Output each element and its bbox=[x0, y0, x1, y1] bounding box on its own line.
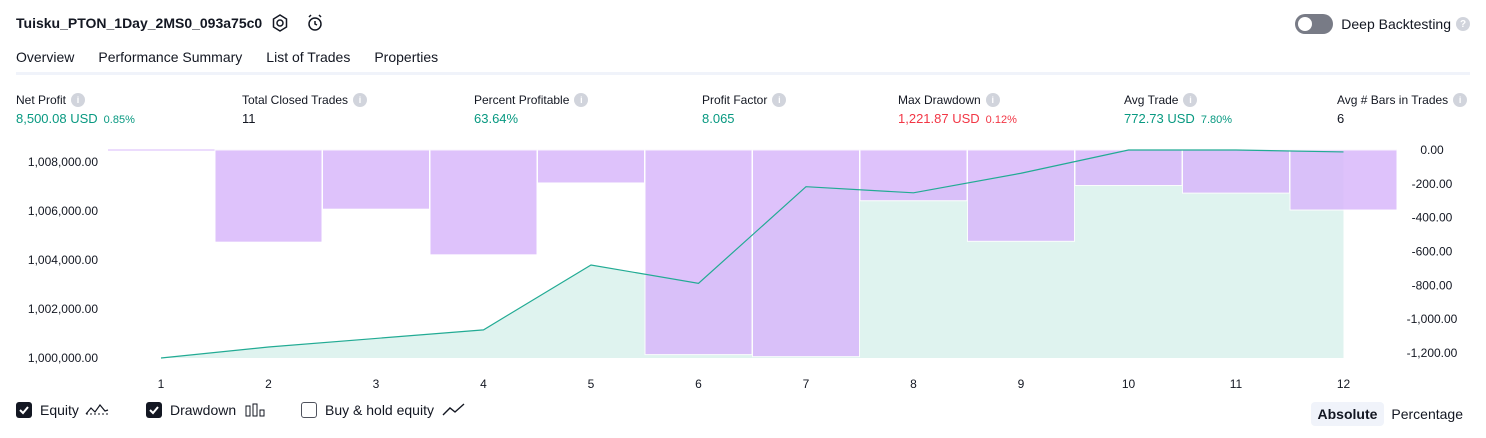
left-axis-tick: 1,002,000.00 bbox=[28, 302, 98, 316]
drawdown-bar bbox=[429, 149, 538, 256]
left-axis-tick: 1,008,000.00 bbox=[28, 155, 98, 169]
left-axis-tick: 1,000,000.00 bbox=[28, 351, 98, 365]
right-axis-tick: -1,200.00 bbox=[1407, 346, 1458, 360]
strategy-header: Tuisku_PTON_1Day_2MS0_093a75c0 Deep Back… bbox=[0, 0, 1486, 46]
display-mode-switch: Absolute Percentage bbox=[1310, 402, 1471, 426]
equity-checkbox[interactable] bbox=[16, 402, 32, 418]
drawdown-bar bbox=[644, 149, 753, 356]
metric-label: Profit Factor bbox=[702, 93, 768, 107]
x-axis-tick: 5 bbox=[588, 377, 595, 391]
right-axis-tick: -400.00 bbox=[1412, 211, 1453, 225]
info-icon[interactable]: i bbox=[353, 93, 368, 107]
metric-profit-factor: Profit Factor i 8.065 bbox=[702, 93, 787, 126]
metric-percent: 7.80% bbox=[1200, 114, 1233, 126]
tab-overview[interactable]: Overview bbox=[16, 47, 75, 75]
tab-list-of-trades[interactable]: List of Trades bbox=[266, 47, 350, 73]
metric-percent: 0.12% bbox=[985, 114, 1017, 126]
x-axis-tick: 4 bbox=[480, 377, 487, 391]
x-axis-tick: 7 bbox=[803, 377, 810, 391]
absolute-button[interactable]: Absolute bbox=[1310, 402, 1385, 426]
deep-backtesting-toggle[interactable] bbox=[1295, 14, 1334, 34]
chart-legend: Equity Drawdown Buy & hold equity Absolu… bbox=[16, 402, 1470, 426]
trend-line-icon bbox=[442, 403, 465, 416]
metric-percent: 0.85% bbox=[103, 114, 135, 126]
x-axis-tick: 1 bbox=[158, 377, 165, 391]
drawdown-label: Drawdown bbox=[170, 402, 237, 418]
drawdown-toggle[interactable]: Drawdown bbox=[146, 402, 268, 418]
metric-value: 8.065 bbox=[702, 111, 735, 126]
metric-avg-trade: Avg Trade i 772.73 USD 7.80% bbox=[1124, 93, 1232, 126]
deep-backtesting-label: Deep Backtesting bbox=[1341, 16, 1451, 32]
x-axis-tick: 8 bbox=[910, 377, 917, 391]
metric-max-drawdown: Max Drawdown i 1,221.87 USD 0.12% bbox=[898, 93, 1017, 126]
right-axis-tick: -600.00 bbox=[1412, 244, 1453, 258]
help-icon[interactable]: ? bbox=[1456, 17, 1470, 31]
chart-svg: 1,000,000.00 1,002,000.00 1,004,000.00 1,00… bbox=[28, 143, 1458, 391]
check-icon bbox=[149, 406, 159, 415]
right-axis-tick: 0.00 bbox=[1420, 143, 1444, 157]
metric-value: 772.73 USD bbox=[1124, 111, 1195, 126]
metric-value: 8,500.08 USD bbox=[16, 111, 98, 126]
info-icon[interactable]: i bbox=[772, 93, 787, 107]
alarm-refresh-icon[interactable] bbox=[305, 13, 325, 33]
right-axis-tick: -1,000.00 bbox=[1407, 312, 1458, 326]
metric-label: Total Closed Trades bbox=[242, 93, 349, 107]
metric-value: 63.64% bbox=[474, 111, 519, 126]
tab-performance-summary[interactable]: Performance Summary bbox=[98, 47, 242, 73]
metric-label: Max Drawdown bbox=[898, 93, 981, 107]
right-axis-tick: -200.00 bbox=[1412, 177, 1453, 191]
drawdown-bar bbox=[967, 149, 1075, 242]
tab-bar: Overview Performance Summary List of Tra… bbox=[16, 47, 462, 75]
x-axis-tick: 9 bbox=[1018, 377, 1025, 391]
equity-drawdown-chart: 1,000,000.00 1,002,000.00 1,004,000.00 1,00… bbox=[0, 140, 1486, 400]
x-axis-tick: 6 bbox=[695, 377, 702, 391]
metric-value: 6 bbox=[1337, 111, 1345, 126]
tabs-divider bbox=[16, 72, 1470, 75]
drawdown-bar bbox=[752, 149, 860, 358]
metric-percent-profitable: Percent Profitable i 63.64% bbox=[474, 93, 589, 126]
equity-label: Equity bbox=[40, 402, 79, 418]
metric-value: 1,221.87 USD bbox=[898, 111, 980, 126]
left-axis-tick: 1,004,000.00 bbox=[28, 253, 98, 267]
drawdown-bar bbox=[1289, 149, 1398, 211]
metric-label: Net Profit bbox=[16, 93, 67, 107]
info-icon[interactable]: i bbox=[1183, 93, 1198, 107]
metric-total-closed-trades: Total Closed Trades i 11 bbox=[242, 93, 368, 126]
drawdown-bar bbox=[214, 149, 323, 243]
check-icon bbox=[19, 406, 29, 415]
info-icon[interactable]: i bbox=[574, 93, 589, 107]
bar-chart-icon bbox=[245, 403, 265, 417]
metric-label: Avg # Bars in Trades bbox=[1337, 93, 1449, 107]
info-icon[interactable]: i bbox=[985, 93, 1000, 107]
x-axis-tick: 2 bbox=[265, 377, 272, 391]
drawdown-bar bbox=[322, 149, 430, 210]
drawdown-checkbox[interactable] bbox=[146, 402, 162, 418]
drawdown-bar bbox=[537, 149, 645, 184]
metric-label: Percent Profitable bbox=[474, 93, 570, 107]
info-icon[interactable]: i bbox=[1453, 93, 1468, 107]
buy-hold-checkbox[interactable] bbox=[301, 402, 317, 418]
x-axis-tick: 11 bbox=[1230, 377, 1243, 391]
buy-hold-toggle[interactable]: Buy & hold equity bbox=[301, 402, 466, 418]
equity-toggle[interactable]: Equity bbox=[16, 402, 109, 418]
left-axis-tick: 1,006,000.00 bbox=[28, 204, 98, 218]
equity-line-icon bbox=[85, 404, 109, 415]
metric-label: Avg Trade bbox=[1124, 93, 1179, 107]
info-icon[interactable]: i bbox=[71, 93, 86, 107]
drawdown-bar bbox=[1182, 149, 1290, 194]
right-axis-tick: -800.00 bbox=[1412, 278, 1453, 292]
drawdown-bar bbox=[1074, 149, 1183, 187]
gear-icon[interactable] bbox=[270, 13, 290, 33]
tab-properties[interactable]: Properties bbox=[374, 47, 438, 73]
metric-avg-bars-in-trades: Avg # Bars in Trades i 6 bbox=[1337, 93, 1468, 126]
x-axis-tick: 12 bbox=[1337, 377, 1351, 391]
metric-value: 11 bbox=[242, 111, 256, 126]
strategy-name: Tuisku_PTON_1Day_2MS0_093a75c0 bbox=[16, 15, 263, 31]
x-axis-tick: 3 bbox=[373, 377, 380, 391]
x-axis-tick: 10 bbox=[1122, 377, 1136, 391]
deep-backtesting-control: Deep Backtesting ? bbox=[1295, 13, 1470, 35]
percentage-button[interactable]: Percentage bbox=[1384, 402, 1470, 426]
metric-net-profit: Net Profit i 8,500.08 USD 0.85% bbox=[16, 93, 135, 126]
buy-hold-label: Buy & hold equity bbox=[325, 402, 434, 418]
